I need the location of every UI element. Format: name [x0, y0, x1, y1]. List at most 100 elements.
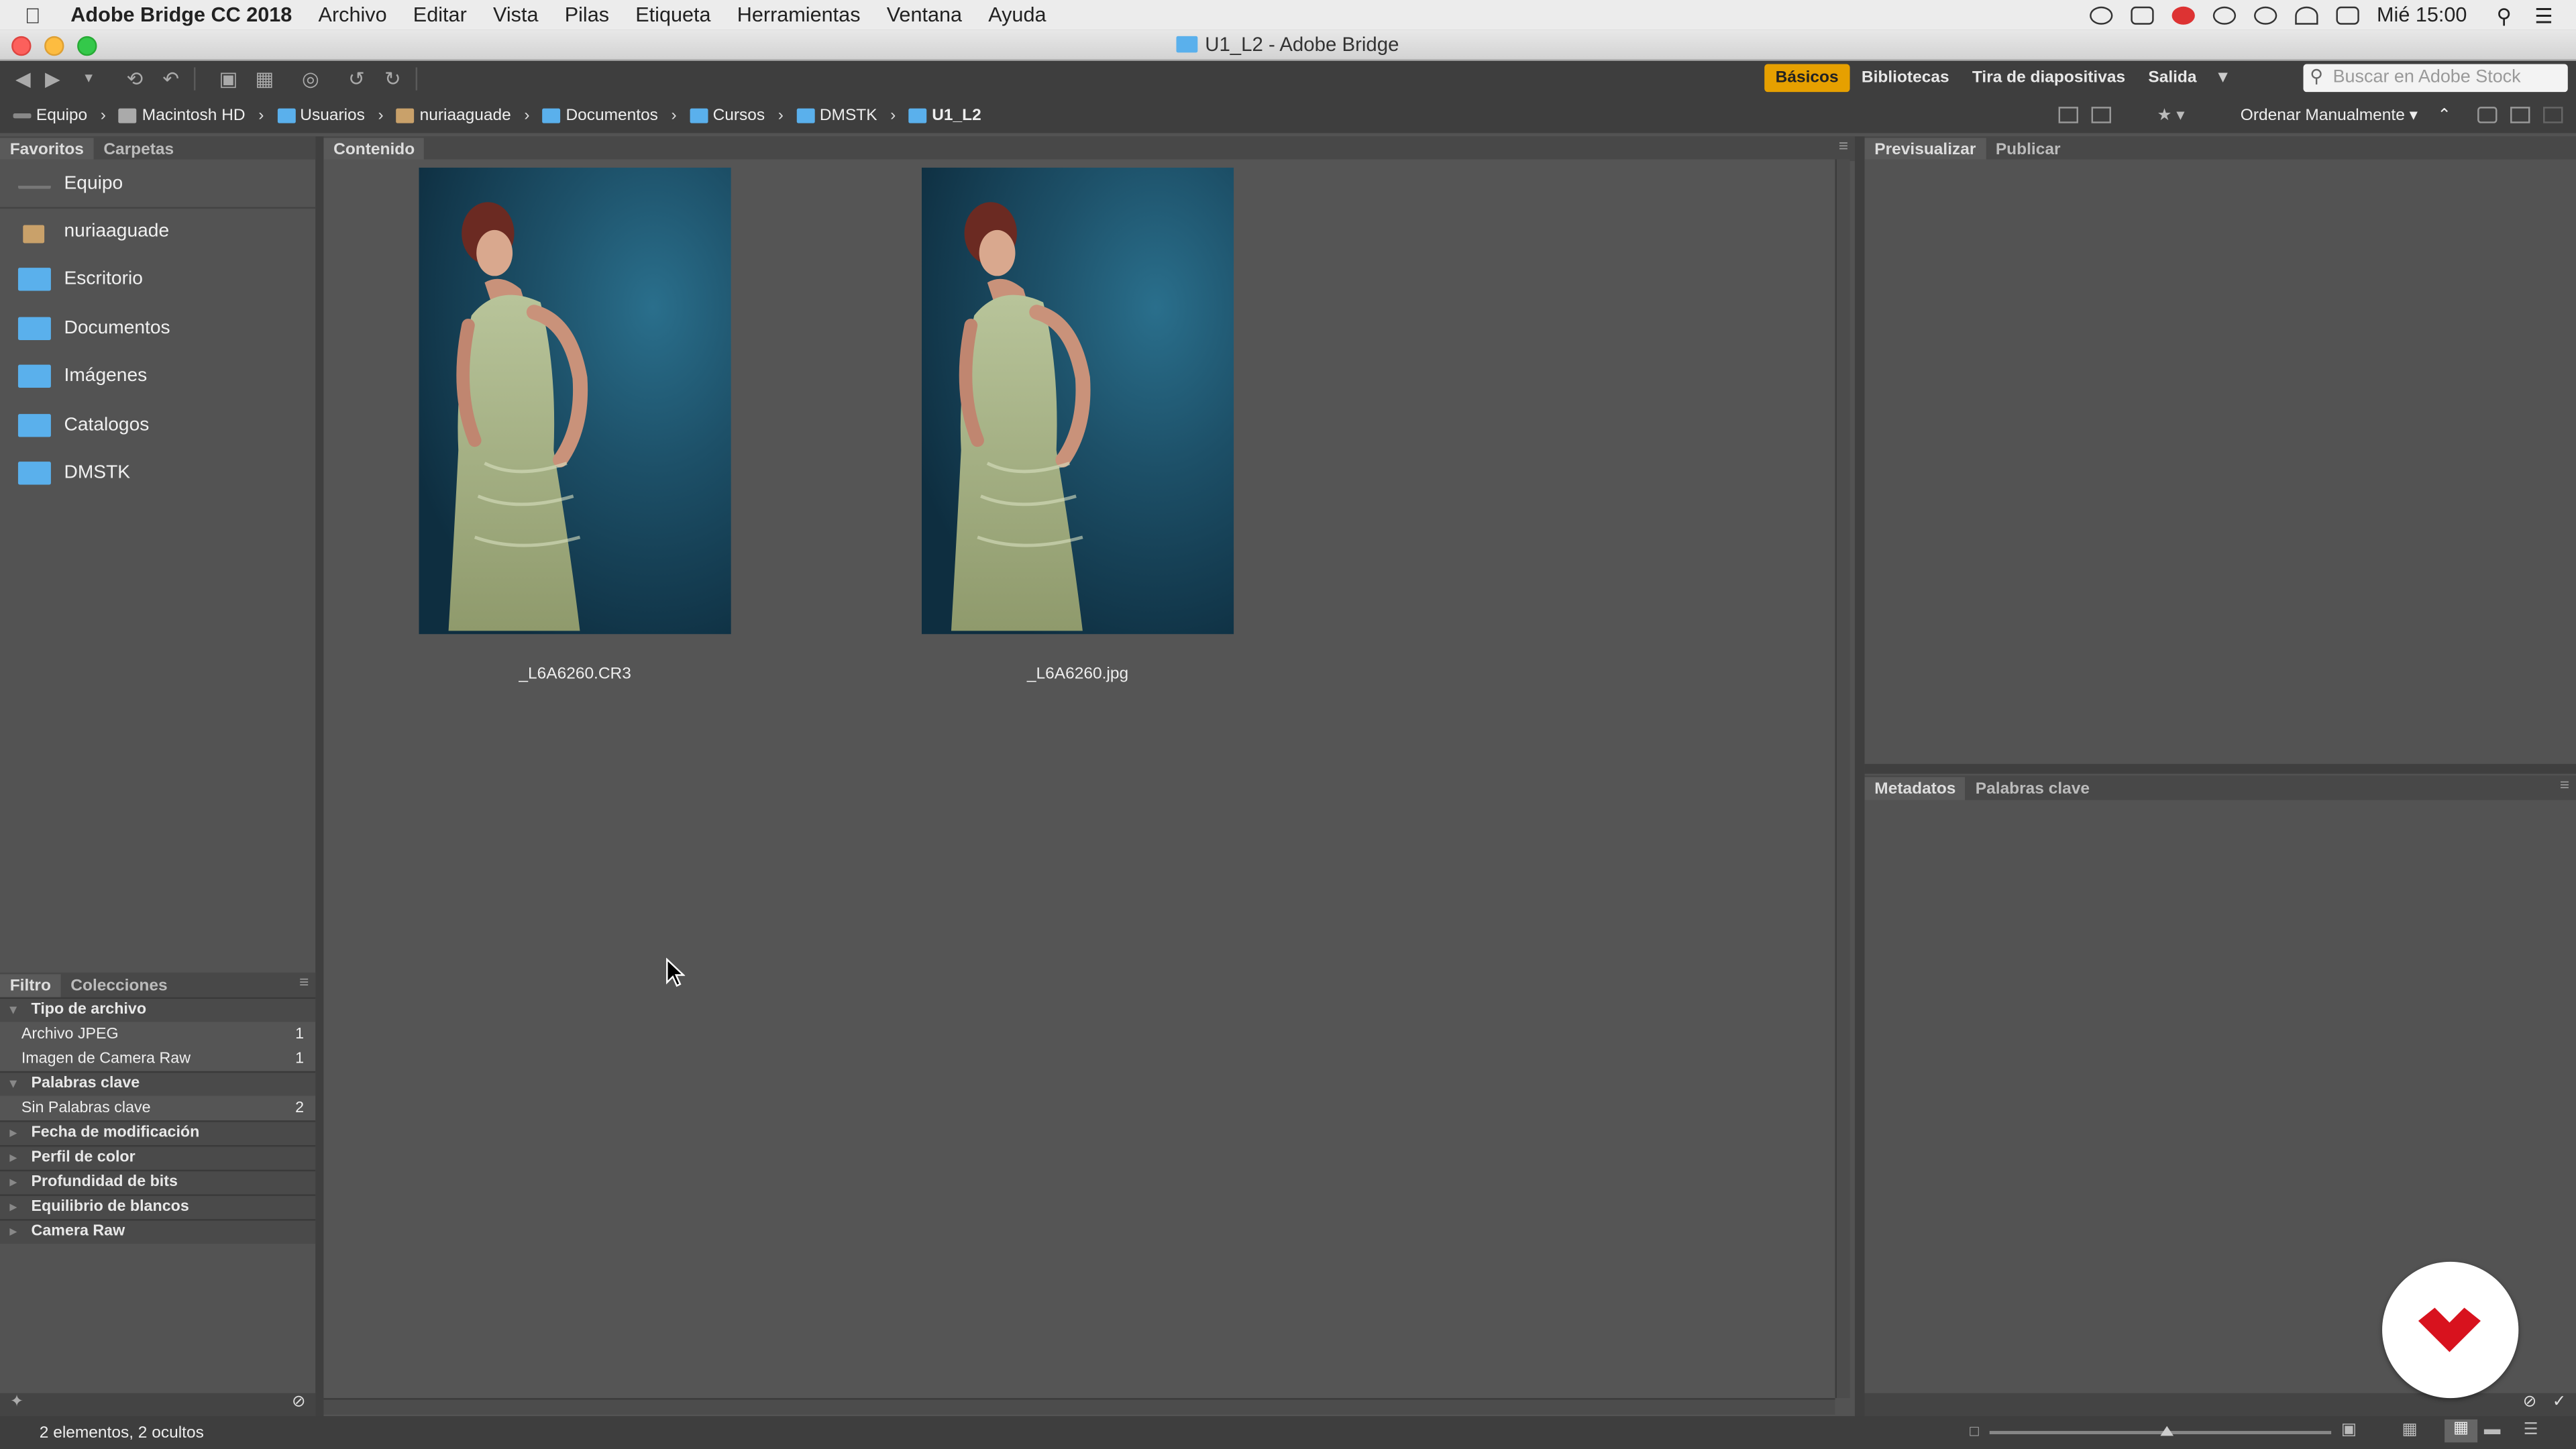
wifi-icon[interactable] — [2294, 5, 2318, 24]
filter-row[interactable]: Imagen de Camera Raw 1 — [0, 1046, 316, 1071]
back-icon[interactable]: ◀ — [10, 69, 36, 89]
open-recent-icon[interactable] — [2477, 107, 2498, 123]
record-icon[interactable] — [2089, 5, 2112, 24]
filter-header-camera-raw[interactable]: Camera Raw — [0, 1219, 316, 1244]
filter-header-filetype[interactable]: Tipo de archivo — [0, 997, 316, 1022]
breadcrumb-item[interactable]: nuriaaguade › — [396, 106, 530, 124]
workspace-basicos[interactable]: Básicos — [1764, 64, 1850, 93]
zoom-out-icon[interactable]: □ — [1970, 1423, 1978, 1439]
breadcrumb-item[interactable]: Cursos › — [690, 106, 784, 124]
panel-menu-icon[interactable]: ≡ — [299, 974, 309, 992]
favorite-dmstk[interactable]: DMSTK — [0, 449, 315, 497]
menu-vista[interactable]: Vista — [493, 3, 539, 26]
delete-icon[interactable] — [2543, 107, 2563, 123]
content-horizontal-scrollbar[interactable] — [323, 1398, 1835, 1415]
volume-icon[interactable] — [2335, 5, 2359, 24]
time-machine-icon[interactable] — [2212, 5, 2236, 24]
menu-archivo[interactable]: Archivo — [319, 3, 387, 26]
quality-icon[interactable] — [2058, 107, 2078, 123]
workspace-salida[interactable]: Salida — [2137, 64, 2208, 93]
favorite-escritorio[interactable]: Escritorio — [0, 256, 315, 305]
return-photoshop-icon[interactable]: ↶ — [158, 69, 184, 89]
menu-ventana[interactable]: Ventana — [887, 3, 962, 26]
refine-icon[interactable]: ▦ — [252, 69, 278, 89]
filter-header-bit-depth[interactable]: Profundidad de bits — [0, 1169, 316, 1195]
tab-publicar[interactable]: Publicar — [1986, 138, 2070, 161]
sort-direction-icon[interactable]: ⌃ — [2437, 106, 2451, 124]
thumbnail-label-jpg[interactable]: _L6A6260.jpg — [922, 665, 1234, 684]
panel-menu-icon[interactable]: ≡ — [1839, 138, 1848, 156]
filter-row[interactable]: Archivo JPEG 1 — [0, 1022, 316, 1047]
bluetooth-icon[interactable] — [2253, 5, 2277, 24]
get-photos-icon[interactable]: ▣ — [215, 69, 241, 89]
close-window-button[interactable] — [11, 36, 32, 56]
tab-colecciones[interactable]: Colecciones — [61, 974, 178, 997]
rotate-right-icon[interactable]: ↻ — [380, 69, 406, 89]
pin-icon[interactable]: ✦ — [10, 1393, 24, 1411]
stock-search-input[interactable]: ⚲ Buscar en Adobe Stock — [2303, 64, 2568, 93]
rating-filter-icon[interactable]: ★ ▾ — [2157, 106, 2184, 124]
favorite-documentos[interactable]: Documentos — [0, 304, 315, 352]
zoom-in-icon[interactable]: ▣ — [2341, 1421, 2357, 1439]
tab-carpetas[interactable]: Carpetas — [94, 138, 184, 161]
thumbnail-jpg[interactable] — [921, 167, 1234, 635]
panel-menu-icon[interactable]: ≡ — [2560, 777, 2569, 795]
filter-header-color-profile[interactable]: Perfil de color — [0, 1144, 316, 1170]
breadcrumb-item[interactable]: U1_L2 — [908, 106, 981, 124]
menu-pilas[interactable]: Pilas — [565, 3, 609, 26]
menu-editar[interactable]: Editar — [413, 3, 467, 26]
display-icon[interactable] — [2130, 5, 2153, 24]
tab-metadatos[interactable]: Metadatos — [1864, 777, 1966, 800]
favorite-imagenes[interactable]: Imágenes — [0, 352, 315, 400]
thumbnail-cr3[interactable] — [419, 167, 731, 635]
forward-icon[interactable]: ▶ — [40, 69, 66, 89]
open-camera-raw-icon[interactable]: ◎ — [297, 69, 323, 89]
tab-filtro[interactable]: Filtro — [0, 974, 61, 998]
apple-icon[interactable]:  — [25, 3, 51, 28]
view-details-icon[interactable]: ▬ — [2484, 1421, 2500, 1439]
filter-row[interactable]: Sin Palabras clave 2 — [0, 1095, 316, 1121]
tab-palabras-clave[interactable]: Palabras clave — [1966, 777, 2100, 800]
workspace-bibliotecas[interactable]: Bibliotecas — [1850, 64, 1961, 93]
minimize-window-button[interactable] — [44, 36, 64, 56]
favorite-nuriaaguade[interactable]: nuriaaguade — [0, 208, 315, 256]
view-thumbnails-icon[interactable]: ▦ — [2445, 1419, 2478, 1443]
left-splitter[interactable] — [315, 136, 324, 1417]
rotate-left-icon[interactable]: ↺ — [343, 69, 370, 89]
notification-center-icon[interactable]: ☰ — [2534, 3, 2553, 28]
menu-ayuda[interactable]: Ayuda — [988, 3, 1046, 26]
creative-cloud-icon[interactable] — [2171, 5, 2195, 24]
favorite-equipo[interactable]: Equipo — [0, 160, 315, 208]
tab-contenido[interactable]: Contenido — [323, 138, 425, 162]
thumbnail-label-cr3[interactable]: _L6A6260.CR3 — [419, 665, 731, 684]
new-folder-icon[interactable] — [2510, 107, 2530, 123]
right-splitter[interactable] — [1854, 136, 1865, 1417]
filter-header-date[interactable]: Fecha de modificación — [0, 1120, 316, 1145]
tab-previsualizar[interactable]: Previsualizar — [1864, 138, 1986, 162]
menu-herramientas[interactable]: Herramientas — [737, 3, 861, 26]
zoom-window-button[interactable] — [77, 36, 97, 56]
breadcrumb-item[interactable]: Documentos › — [543, 106, 677, 124]
no-entry-icon[interactable]: ⊘ — [2523, 1393, 2537, 1411]
breadcrumb-item[interactable]: Equipo › — [13, 106, 106, 124]
view-list-icon[interactable]: ☰ — [2524, 1421, 2538, 1439]
filter-header-white-balance[interactable]: Equilibrio de blancos — [0, 1194, 316, 1220]
edit-icon[interactable]: ✓ — [2553, 1393, 2567, 1411]
favorite-catalogos[interactable]: Catalogos — [0, 400, 315, 449]
right-horizontal-splitter[interactable] — [1864, 763, 2576, 774]
filter-header-keywords[interactable]: Palabras clave — [0, 1071, 316, 1096]
clear-filter-icon[interactable]: ⊘ — [292, 1393, 306, 1411]
sort-dropdown[interactable]: Ordenar Manualmente ▾ — [2241, 106, 2418, 124]
workspace-dropdown-icon[interactable]: ▼ — [2208, 69, 2238, 87]
breadcrumb-item[interactable]: DMSTK › — [796, 106, 896, 124]
menu-clock[interactable]: Mié 15:00 — [2377, 3, 2467, 26]
recent-dropdown-icon[interactable]: ▼ — [76, 69, 102, 89]
slider-knob[interactable] — [2160, 1426, 2174, 1436]
thumbnail-size-slider[interactable] — [1989, 1426, 2332, 1436]
go-parent-icon[interactable]: ⟲ — [121, 69, 148, 89]
breadcrumb-item[interactable]: Macintosh HD › — [119, 106, 264, 124]
workspace-tira[interactable]: Tira de diapositivas — [1961, 64, 2137, 93]
grid-lock-icon[interactable]: ▦ — [2402, 1421, 2417, 1439]
app-menu[interactable]: Adobe Bridge CC 2018 — [70, 3, 292, 26]
tab-favoritos[interactable]: Favoritos — [0, 138, 94, 162]
